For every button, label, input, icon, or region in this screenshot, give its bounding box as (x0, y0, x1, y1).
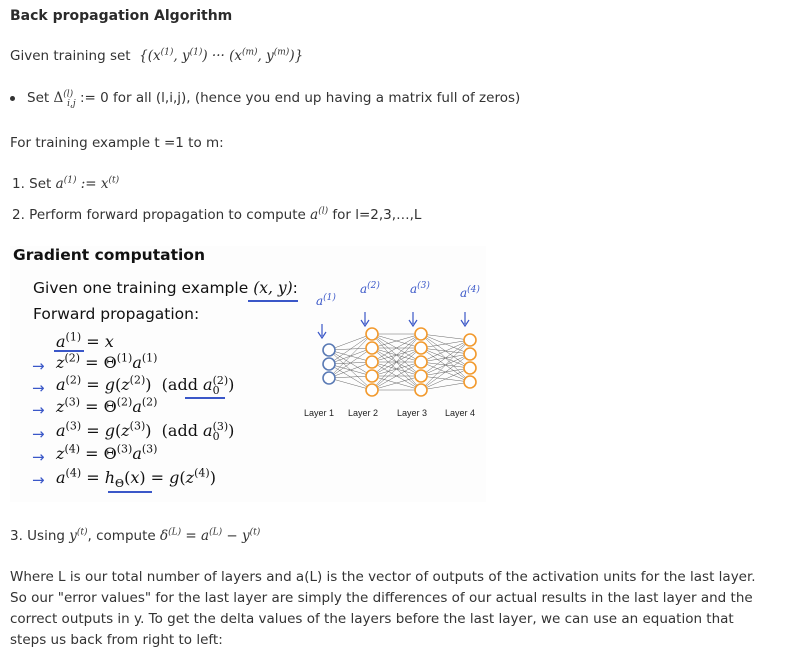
bullet-item: Set Δ(l)i,j := 0 for all (l,i,j), (hence… (10, 89, 521, 109)
eq-a2: a(2) = g(z(2)) (add a0(2)) (56, 373, 235, 398)
arrow-mark-6: → (32, 471, 45, 489)
layer-label-3: Layer 3 (397, 408, 428, 418)
network-node-layer-4 (463, 361, 477, 375)
step-1-prefix: 1. Set (12, 176, 52, 192)
hand-a1: a(1) (316, 293, 336, 309)
arrow-mark-1: → (32, 357, 45, 375)
network-node-layer-1 (322, 343, 336, 357)
network-node-layer-3 (414, 341, 428, 355)
slide-title: Gradient computation (13, 246, 205, 264)
step-2-suffix: for l=2,3,…,L (332, 207, 422, 223)
network-edges (328, 333, 471, 391)
network-node-layer-3 (414, 327, 428, 341)
layer-label-2: Layer 2 (348, 408, 379, 418)
step-2-formula: a(l) (310, 206, 329, 223)
network-node-layer-3 (414, 355, 428, 369)
network-node-layer-2 (365, 341, 379, 355)
page-heading: Back propagation Algorithm (10, 8, 233, 24)
arrow-mark-3: → (32, 401, 45, 419)
network-edge (420, 339, 471, 377)
eq-z2: z(2) = Θ(1)a(1) (56, 351, 158, 372)
loop-text: For training example t =1 to m: (10, 135, 224, 151)
network-node-layer-2 (365, 327, 379, 341)
eq-a3: a(3) = g(z(3)) (add a0(3)) (56, 419, 235, 444)
network-node-layer-4 (463, 333, 477, 347)
network-node-layer-1 (322, 357, 336, 371)
bullet-prefix: Set (27, 90, 50, 106)
step-2: 2. Perform forward propagation to comput… (12, 207, 421, 223)
training-set-label: Given training set (10, 48, 131, 64)
hand-a2: a(2) (360, 281, 380, 297)
explanation-paragraph: Where L is our total number of layers an… (10, 569, 756, 648)
a2-bias-underline (185, 397, 225, 399)
slide-given-line: Given one training example (x, y): (33, 279, 298, 297)
network-node-layer-4 (463, 347, 477, 361)
step-3: 3. Using y(t), compute δ(L) = a(L) − y(t… (10, 528, 260, 544)
eq-z4: z(4) = Θ(3)a(3) (56, 442, 158, 463)
arrow-mark-5: → (32, 448, 45, 466)
bullet-suffix: := 0 for all (l,i,j), (hence you end up … (79, 90, 521, 106)
network-node-layer-3 (414, 369, 428, 383)
gradient-computation-slide: Gradient computation Given one training … (10, 246, 486, 502)
bullet-dot (10, 95, 15, 101)
eq-a1: a(1) = x (56, 330, 114, 351)
network-node-layer-2 (365, 383, 379, 397)
step-1-formula: a(1) := x(t) (55, 175, 120, 192)
training-set-line: Given training set {(x(1), y(1)) ··· (x(… (10, 48, 303, 64)
step-3-formula: δ(L) = a(L) − y(t) (159, 527, 261, 544)
network-node-layer-4 (463, 375, 477, 389)
slide-forward-label: Forward propagation: (33, 305, 200, 323)
annotation-arrow-3 (408, 312, 418, 328)
eq-z3: z(3) = Θ(2)a(2) (56, 395, 158, 416)
step-3-middle: , compute (87, 528, 156, 544)
arrow-mark-4: → (32, 425, 45, 443)
step-2-prefix: 2. Perform forward propagation to comput… (12, 207, 306, 223)
annotation-arrow-4 (460, 312, 470, 328)
hypothesis-underline (108, 491, 152, 493)
hand-a3: a(3) (410, 281, 430, 297)
eq-a4: a(4) = hΘ(x) = g(z(4)) (56, 466, 216, 491)
network-edge (420, 381, 471, 391)
step-1: 1. Set a(1) := x(t) (12, 176, 119, 192)
given-underline (248, 300, 298, 302)
delta-symbol: Δ(l)i,j (53, 89, 76, 109)
hand-a4: a(4) (460, 285, 480, 301)
network-node-layer-1 (322, 371, 336, 385)
network-node-layer-2 (365, 355, 379, 369)
network-node-layer-3 (414, 383, 428, 397)
step-3-y: y(t) (69, 527, 88, 544)
slide-given-pair: (x, y) (253, 279, 293, 297)
arrow-mark-2: → (32, 379, 45, 397)
slide-given-label: Given one training example (33, 279, 249, 297)
network-edge (420, 353, 471, 391)
training-set-formula: {(x(1), y(1)) ··· (x(m), y(m))} (134, 47, 304, 64)
step-3-prefix: 3. Using (10, 528, 65, 544)
network-node-layer-2 (365, 369, 379, 383)
layer-label-1: Layer 1 (304, 408, 335, 418)
annotation-arrow-1 (317, 324, 327, 340)
annotation-arrow-2 (360, 312, 370, 328)
layer-label-4: Layer 4 (445, 408, 476, 418)
